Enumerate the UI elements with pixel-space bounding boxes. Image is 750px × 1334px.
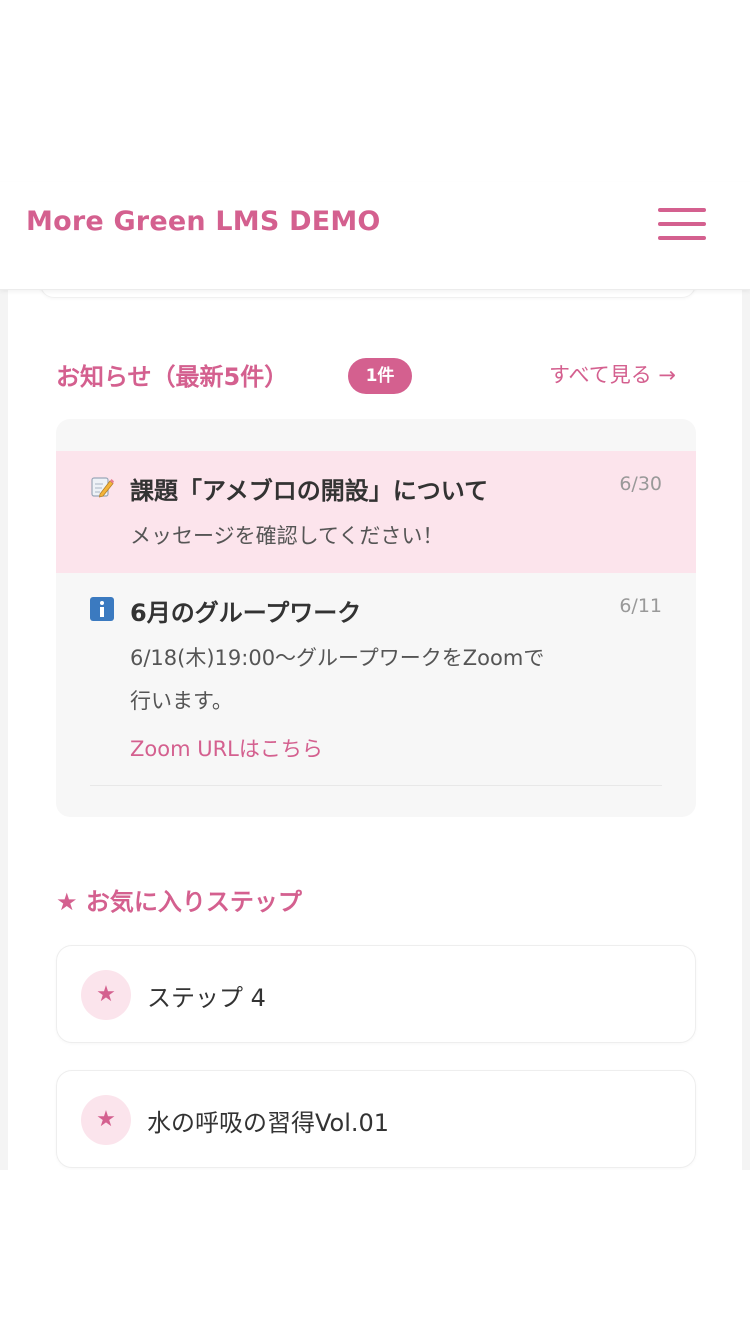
notices-title: お知らせ（最新5件） bbox=[56, 363, 289, 391]
bottom-blank-area bbox=[0, 1170, 750, 1334]
favorite-step-card[interactable]: ★ 水の呼吸の習得Vol.01 bbox=[56, 1070, 696, 1168]
notice-item[interactable]: 6月のグループワーク 6/11 6/18(木)19:00〜グループワークをZoo… bbox=[56, 573, 696, 787]
notice-item[interactable]: 課題「アメブロの開設」について 6/30 メッセージを確認してください！ bbox=[56, 451, 696, 573]
notice-list: 課題「アメブロの開設」について 6/30 メッセージを確認してください！ 6月の… bbox=[56, 419, 696, 817]
notice-body: メッセージを確認してください！ bbox=[130, 524, 444, 548]
notice-date: 6/30 bbox=[619, 473, 662, 495]
notice-body-line-1: 6/18(木)19:00〜グループワークをZoomで bbox=[130, 646, 545, 670]
notice-divider bbox=[90, 785, 662, 786]
see-all-notices-link[interactable]: すべて見る → bbox=[549, 359, 676, 389]
page: More Green LMS DEMO お知らせ（最新5件） 1件 すべて見る … bbox=[0, 0, 750, 1334]
app-header: More Green LMS DEMO bbox=[0, 182, 750, 290]
hamburger-menu-icon[interactable] bbox=[658, 206, 706, 242]
favorites-title: ★ お気に入りステップ bbox=[56, 888, 302, 916]
brand-title[interactable]: More Green LMS DEMO bbox=[26, 206, 381, 237]
notice-date: 6/11 bbox=[619, 595, 662, 617]
notice-body-line-2: 行います。 bbox=[130, 689, 233, 713]
star-icon: ★ bbox=[81, 970, 131, 1020]
favorite-step-label: 水の呼吸の習得Vol.01 bbox=[147, 1109, 390, 1137]
info-icon bbox=[90, 597, 114, 621]
star-icon: ★ bbox=[81, 1095, 131, 1145]
favorite-step-card[interactable]: ★ ステップ 4 bbox=[56, 945, 696, 1043]
zoom-url-link[interactable]: Zoom URLはこちら bbox=[130, 733, 323, 763]
favorite-step-label: ステップ 4 bbox=[147, 984, 266, 1012]
memo-pencil-icon bbox=[90, 475, 114, 499]
notice-title: 6月のグループワーク bbox=[130, 599, 362, 627]
notice-title: 課題「アメブロの開設」について bbox=[130, 477, 489, 505]
previous-card-edge bbox=[40, 290, 696, 298]
unread-count-badge: 1件 bbox=[348, 358, 412, 394]
